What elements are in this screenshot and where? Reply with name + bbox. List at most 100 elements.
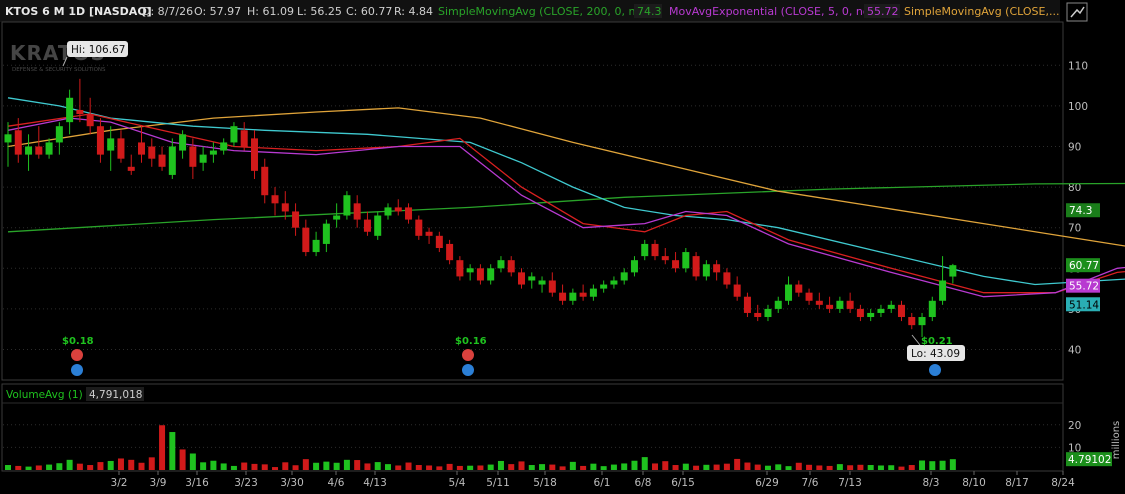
candle-body [785, 284, 793, 301]
volume-study-value: 4,791,018 [89, 389, 142, 401]
volume-last-tag: 4.79102 [1066, 452, 1112, 467]
volume-bar [467, 465, 474, 470]
symbol-label[interactable]: KTOS 6 M 1D [NASDAQ] [5, 5, 152, 18]
candle-body [620, 272, 628, 281]
volume-bar [795, 462, 802, 470]
earnings-icon[interactable] [462, 364, 474, 376]
candle-body [322, 223, 330, 244]
time-tick-label: 6/8 [635, 477, 652, 489]
candle-body [384, 207, 392, 216]
volume-bar [682, 463, 689, 470]
candle-body [148, 146, 156, 159]
range-readout: R: 4.84 [394, 5, 433, 18]
candle-body [836, 300, 844, 309]
volume-bar [384, 464, 391, 470]
volume-bar [919, 460, 926, 470]
candle-body [209, 150, 217, 155]
volume-bar [662, 461, 669, 470]
time-tick-label: 8/3 [923, 477, 940, 489]
time-tick-label: 8/10 [962, 477, 986, 489]
candle-body [589, 288, 597, 297]
candle-body [630, 260, 638, 273]
volume-bar [313, 462, 320, 470]
volume-bar [590, 463, 597, 470]
stock-chart: KTOS 6 M 1D [NASDAQ] D: 8/7/26 O: 57.97 … [0, 0, 1125, 494]
candle-body [702, 264, 710, 277]
dividend-amount: $0.21 [921, 336, 953, 347]
candle-body [559, 292, 567, 301]
candle-body [928, 300, 936, 318]
time-tick-label: 5/18 [533, 477, 557, 489]
candle-body [692, 256, 700, 277]
candle-body [127, 166, 135, 171]
volume-bar [672, 465, 679, 470]
volume-bar [806, 464, 813, 470]
volume-bar [56, 463, 63, 470]
volume-bar [949, 459, 956, 470]
volume-bar [734, 458, 741, 470]
candle-body [538, 280, 546, 285]
volume-bar [580, 465, 587, 470]
date-readout: D: 8/7/26 [142, 5, 193, 18]
candle-body [805, 292, 813, 301]
candle-body [394, 207, 402, 212]
candle-body [856, 308, 864, 318]
candle-body [795, 284, 803, 293]
candle-body [610, 280, 618, 285]
volume-bar [569, 461, 576, 470]
volume-bar [610, 464, 617, 470]
volume-bar [600, 466, 607, 470]
volume-bar [487, 464, 494, 470]
volume-bar [272, 467, 279, 470]
candle-body [764, 308, 772, 318]
candle-body [107, 138, 115, 151]
low-readout: L: 56.25 [297, 5, 342, 18]
ema5-study-label[interactable]: MovAvgExponential (CLOSE, 5, 0, no) [669, 5, 874, 18]
volume-bar [15, 465, 22, 470]
candle-body [96, 126, 104, 155]
sma200-study-label[interactable]: SimpleMovingAvg (CLOSE, 200, 0, no) [438, 5, 646, 18]
ema5-study-value: 55.72 [867, 5, 899, 18]
volume-bar [446, 463, 453, 470]
chart-settings-icon[interactable] [1066, 2, 1088, 22]
candle-body [199, 154, 207, 163]
volume-bar [539, 464, 546, 470]
chart-background [0, 0, 1125, 494]
candle [692, 252, 700, 281]
time-tick-label: 3/23 [234, 477, 258, 489]
candle-body [949, 265, 957, 277]
price-tag-text: 55.72 [1069, 281, 1099, 293]
volume-bar [518, 461, 525, 470]
candle-body [168, 146, 176, 175]
candle-body [743, 296, 751, 313]
volume-bar [138, 462, 145, 470]
earnings-icon[interactable] [71, 364, 83, 376]
sma-orange-study-label[interactable]: SimpleMovingAvg (CLOSE,... [904, 5, 1059, 18]
price-tag-close: 60.77 [1066, 258, 1100, 273]
dividend-icon[interactable] [71, 349, 83, 361]
price-tick-label: 110 [1068, 60, 1088, 72]
volume-bar [87, 465, 94, 470]
candle-body [713, 264, 721, 273]
volume-study-label[interactable]: VolumeAvg (1) [6, 389, 83, 401]
dividend-icon[interactable] [462, 349, 474, 361]
volume-bar [76, 463, 83, 470]
candle-body [86, 114, 94, 127]
candle-body [877, 308, 885, 313]
volume-bar [35, 465, 42, 470]
candle-body [476, 268, 484, 281]
volume-bar [169, 432, 176, 470]
candle-body [528, 276, 536, 281]
volume-bar [703, 464, 710, 470]
volume-bar [46, 464, 53, 470]
volume-bar [621, 463, 628, 470]
volume-bar [251, 463, 258, 470]
time-tick-label: 6/29 [755, 477, 779, 489]
time-tick-label: 3/30 [280, 477, 304, 489]
candle-body [723, 272, 731, 285]
earnings-icon[interactable] [929, 364, 941, 376]
candle-body [76, 109, 84, 115]
volume-bar [713, 464, 720, 470]
candle-body [548, 280, 556, 293]
candle-body [333, 215, 341, 220]
